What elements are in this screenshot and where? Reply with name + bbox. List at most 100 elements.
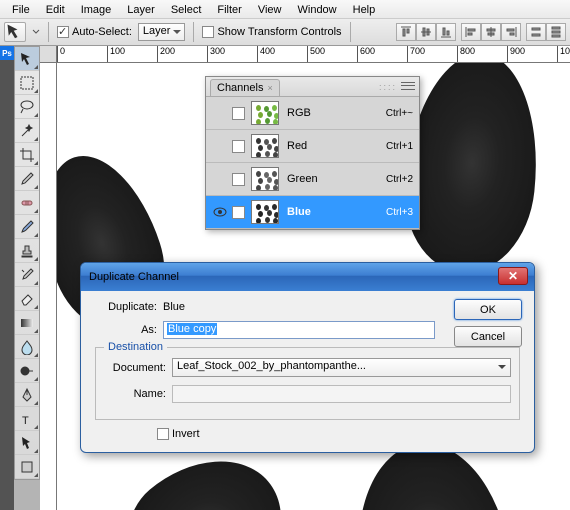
menu-window[interactable]: Window xyxy=(290,2,345,16)
menu-help[interactable]: Help xyxy=(345,2,384,16)
channel-shortcut: Ctrl+3 xyxy=(386,207,413,218)
channel-checkbox[interactable] xyxy=(232,107,245,120)
dodge-tool[interactable] xyxy=(15,359,39,383)
destination-legend: Destination xyxy=(104,341,167,353)
channel-thumbnail xyxy=(251,101,279,125)
visibility-icon[interactable] xyxy=(212,105,228,121)
channel-checkbox[interactable] xyxy=(232,173,245,186)
menu-layer[interactable]: Layer xyxy=(119,2,163,16)
menu-filter[interactable]: Filter xyxy=(209,2,249,16)
channel-row-red[interactable]: Red Ctrl+1 xyxy=(206,130,419,163)
crop-tool[interactable] xyxy=(15,143,39,167)
channel-shortcut: Ctrl+1 xyxy=(386,141,413,152)
document-dropdown[interactable]: Leaf_Stock_002_by_phantompanthe... xyxy=(172,358,511,377)
name-label: Name: xyxy=(104,388,166,400)
visibility-icon[interactable] xyxy=(212,171,228,187)
align-bottom-icon[interactable] xyxy=(436,23,456,41)
channels-tab[interactable]: Channels× xyxy=(210,79,280,96)
menu-bar: FileEditImageLayerSelectFilterViewWindow… xyxy=(0,0,570,19)
ruler-corner xyxy=(40,46,57,63)
move-tool[interactable] xyxy=(15,47,39,71)
menu-file[interactable]: File xyxy=(4,2,38,16)
show-transform-checkbox[interactable]: Show Transform Controls xyxy=(202,26,341,38)
name-input xyxy=(172,385,511,403)
ruler-horizontal[interactable]: 0100200300400500600700800900100011001200… xyxy=(57,46,570,63)
align-vcenter-icon[interactable] xyxy=(416,23,436,41)
dist-1-icon[interactable] xyxy=(526,23,546,41)
ruler-tick: 100 xyxy=(107,46,157,62)
path-select-tool[interactable] xyxy=(15,431,39,455)
stamp-tool[interactable] xyxy=(15,239,39,263)
brush-tool[interactable] xyxy=(15,215,39,239)
eraser-tool[interactable] xyxy=(15,287,39,311)
channel-checkbox[interactable] xyxy=(232,206,245,219)
ruler-tick: 500 xyxy=(307,46,357,62)
ruler-tick: 200 xyxy=(157,46,207,62)
ruler-tick: 1000 xyxy=(557,46,570,62)
duplicate-label: Duplicate: xyxy=(95,301,157,313)
channels-panel: Channels× :::: RGB Ctrl+~Red Ctrl+1GreenCt… xyxy=(205,76,420,230)
ps-logo: Ps xyxy=(0,46,14,60)
ok-button[interactable]: OK xyxy=(454,299,522,320)
invert-label: Invert xyxy=(172,428,200,440)
lasso-tool[interactable] xyxy=(15,95,39,119)
ruler-tick: 700 xyxy=(407,46,457,62)
duplicate-channel-dialog: Duplicate Channel ✕ OK Cancel Duplicate:… xyxy=(80,262,535,453)
menu-select[interactable]: Select xyxy=(163,2,210,16)
type-tool[interactable]: T xyxy=(15,407,39,431)
shape-tool[interactable] xyxy=(15,455,39,479)
auto-select-checkbox[interactable]: Auto-Select: xyxy=(57,26,132,38)
channel-thumbnail xyxy=(251,134,279,158)
panel-grip-icon[interactable]: :::: xyxy=(379,82,397,92)
gradient-tool[interactable] xyxy=(15,311,39,335)
align-left-icon[interactable] xyxy=(461,23,481,41)
blur-tool[interactable] xyxy=(15,335,39,359)
ruler-tick: 0 xyxy=(57,46,107,62)
channels-panel-header[interactable]: Channels× :::: xyxy=(206,77,419,97)
cancel-button[interactable]: Cancel xyxy=(454,326,522,347)
channel-shortcut: Ctrl+2 xyxy=(386,174,413,185)
channel-row-blue[interactable]: Blue Ctrl+3 xyxy=(206,196,419,229)
align-buttons xyxy=(396,23,566,41)
options-bar: Auto-Select: Layer Show Transform Contro… xyxy=(0,19,570,46)
move-tool-preset[interactable] xyxy=(4,22,26,42)
channel-thumbnail xyxy=(251,200,279,224)
close-button[interactable]: ✕ xyxy=(498,267,528,285)
ruler-vertical[interactable] xyxy=(40,63,57,510)
channel-name: Blue xyxy=(287,206,311,218)
channel-checkbox[interactable] xyxy=(232,140,245,153)
ruler-tick: 600 xyxy=(357,46,407,62)
menu-edit[interactable]: Edit xyxy=(38,2,73,16)
dialog-title: Duplicate Channel xyxy=(89,271,179,283)
chevron-down-icon[interactable] xyxy=(32,28,40,36)
visibility-icon[interactable] xyxy=(212,138,228,154)
channels-list: RGB Ctrl+~ Red Ctrl+1 GreenCtrl+2 Blue Ctrl+3 xyxy=(206,97,419,229)
panel-menu-icon[interactable] xyxy=(401,81,415,91)
as-input[interactable]: Blue copy xyxy=(163,321,435,339)
destination-fieldset: Destination Document: Leaf_Stock_002_by_… xyxy=(95,347,520,420)
dist-2-icon[interactable] xyxy=(546,23,566,41)
wand-tool[interactable] xyxy=(15,119,39,143)
dialog-titlebar[interactable]: Duplicate Channel ✕ xyxy=(81,263,534,291)
align-right-icon[interactable] xyxy=(501,23,521,41)
channel-name: Red xyxy=(287,140,307,152)
marquee-tool[interactable] xyxy=(15,71,39,95)
invert-checkbox[interactable]: Invert xyxy=(157,428,200,440)
menu-view[interactable]: View xyxy=(250,2,290,16)
channel-row-rgb[interactable]: RGB Ctrl+~ xyxy=(206,97,419,130)
channel-shortcut: Ctrl+~ xyxy=(386,108,413,119)
history-brush-tool[interactable] xyxy=(15,263,39,287)
visibility-icon[interactable] xyxy=(212,204,228,220)
ruler-tick: 900 xyxy=(507,46,557,62)
channel-name: RGB xyxy=(287,107,311,119)
heal-tool[interactable] xyxy=(15,191,39,215)
channel-row-green[interactable]: GreenCtrl+2 xyxy=(206,163,419,196)
close-icon[interactable]: × xyxy=(267,83,272,93)
menu-image[interactable]: Image xyxy=(73,2,120,16)
align-hcenter-icon[interactable] xyxy=(481,23,501,41)
auto-select-dropdown[interactable]: Layer xyxy=(138,23,186,41)
pen-tool[interactable] xyxy=(15,383,39,407)
as-label: As: xyxy=(95,324,157,336)
align-top-icon[interactable] xyxy=(396,23,416,41)
eyedropper-tool[interactable] xyxy=(15,167,39,191)
